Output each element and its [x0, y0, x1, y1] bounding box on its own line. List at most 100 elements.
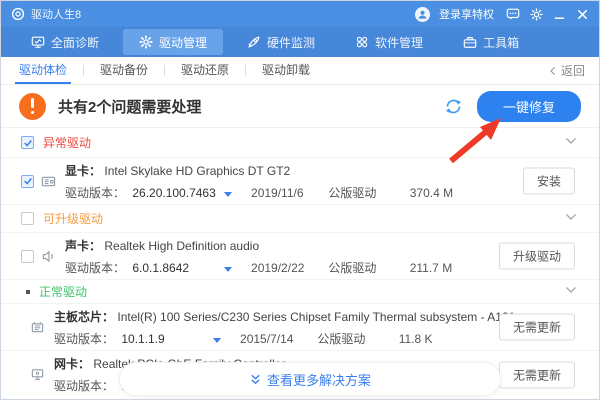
version-dropdown-icon[interactable] [212, 337, 221, 343]
check-icon [23, 178, 32, 185]
tab-label: 工具箱 [483, 35, 520, 50]
tab-hardware-monitor[interactable]: 硬件监测 [231, 29, 331, 55]
chevron-down-icon[interactable] [565, 286, 577, 298]
login-link[interactable]: 登录享特权 [439, 6, 494, 22]
separator [83, 65, 85, 76]
network-adapter-icon [30, 367, 45, 382]
driver-info: 主板芯片： Intel(R) 100 Series/C230 Series Ch… [54, 308, 575, 347]
driver-row-audio: 声卡： Realtek High Definition audio 驱动版本： … [1, 233, 599, 280]
version-label: 驱动版本： [54, 379, 115, 393]
tab-label: 硬件监测 [267, 35, 316, 50]
more-solutions-button[interactable]: 查看更多解决方案 [119, 362, 501, 396]
monitor-diagnosis-icon [31, 35, 45, 49]
double-chevron-down-icon [249, 373, 262, 386]
version-label: 驱动版本： [65, 185, 126, 200]
chipset-icon [30, 320, 45, 335]
chevron-down-icon[interactable] [565, 213, 577, 225]
app-logo-icon [11, 7, 25, 21]
gpu-card-icon [41, 174, 56, 189]
device-type-label: 显卡： [65, 163, 102, 178]
driver-date: 2019/11/6 [251, 185, 304, 200]
separator [245, 65, 247, 76]
section-normal-drivers[interactable]: 正常驱动 [1, 280, 599, 304]
tab-driver-management[interactable]: 驱动管理 [123, 29, 224, 55]
titlebar: 驱动人生8 登录享特权 [1, 1, 599, 27]
app-title: 驱动人生8 [31, 9, 82, 21]
settings-gear-icon[interactable] [529, 7, 543, 21]
one-click-fix-button[interactable]: 一键修复 [476, 90, 581, 122]
separator [164, 65, 166, 76]
driver-size: 211.7 M [409, 260, 453, 275]
section-upgradable-drivers[interactable]: 可升级驱动 [1, 205, 599, 233]
feedback-chat-icon[interactable] [506, 7, 520, 21]
driver-channel: 公版驱动 [328, 185, 377, 200]
tab-label: 驱动管理 [159, 35, 208, 50]
main-tabbar: 全面诊断 驱动管理 硬件监测 软件管理 工具箱 [1, 27, 599, 57]
section-label: 正常驱动 [39, 285, 88, 299]
apps-circles-icon [355, 35, 369, 49]
driver-version: 26.20.100.7463 [132, 185, 216, 200]
device-type-label: 声卡： [65, 238, 102, 253]
driver-info: 显卡： Intel Skylake HD Graphics DT GT2 驱动版… [65, 162, 575, 201]
chevron-down-icon[interactable] [565, 137, 577, 149]
subtab-driver-restore[interactable]: 驱动还原 [177, 57, 233, 84]
gpu-checkbox[interactable] [21, 174, 34, 188]
minimize-button[interactable] [552, 7, 566, 21]
minimize-icon [554, 16, 564, 19]
issue-summary-text: 共有2个问题需要处理 [58, 98, 202, 116]
avatar-icon[interactable] [415, 6, 430, 22]
tab-full-diagnosis[interactable]: 全面诊断 [15, 29, 115, 55]
gear-icon [139, 35, 153, 49]
device-name: Intel(R) 100 Series/C230 Series Chipset … [117, 309, 516, 324]
install-button[interactable]: 安装 [522, 167, 575, 195]
version-dropdown-icon[interactable] [223, 191, 232, 197]
version-dropdown-icon[interactable] [223, 266, 232, 272]
check-icon [23, 139, 32, 147]
rocket-icon [247, 35, 261, 49]
driver-size: 11.8 K [398, 331, 433, 346]
close-button[interactable] [575, 7, 589, 21]
subtab-driver-uninstall[interactable]: 驱动卸载 [258, 57, 314, 84]
no-update-button[interactable]: 无需更新 [498, 361, 575, 388]
issue-summary-bar: 共有2个问题需要处理 一键修复 [1, 85, 599, 128]
device-type-label: 主板芯片： [54, 309, 115, 324]
driver-version: 10.1.1.9 [121, 331, 165, 346]
version-label: 驱动版本： [65, 260, 126, 275]
subtab-driver-backup[interactable]: 驱动备份 [96, 57, 152, 84]
refresh-icon[interactable] [444, 97, 463, 116]
back-button[interactable]: 返回 [549, 62, 585, 79]
sub-tabbar: 驱动体检 驱动备份 驱动还原 驱动卸载 返回 [1, 57, 599, 85]
version-label: 驱动版本： [54, 331, 115, 346]
section-label: 可升级驱动 [43, 212, 104, 226]
tab-software-management[interactable]: 软件管理 [339, 29, 439, 55]
back-label: 返回 [560, 64, 585, 78]
device-name: Realtek High Definition audio [104, 238, 260, 253]
abnormal-section-checkbox[interactable] [21, 136, 34, 149]
toolbox-icon [463, 35, 477, 49]
driver-size: 370.4 M [409, 185, 454, 200]
no-update-button[interactable]: 无需更新 [498, 313, 575, 341]
driver-version: 6.0.1.8642 [132, 260, 190, 275]
audio-checkbox[interactable] [21, 249, 34, 263]
driver-date: 2015/7/14 [240, 331, 294, 346]
driver-row-chipset: 主板芯片： Intel(R) 100 Series/C230 Series Ch… [1, 304, 599, 351]
driver-date: 2019/2/22 [251, 260, 305, 275]
chevron-left-icon [550, 66, 555, 75]
section-label: 异常驱动 [43, 136, 92, 150]
more-solutions-label: 查看更多解决方案 [266, 372, 371, 388]
section-abnormal-drivers[interactable]: 异常驱动 [1, 128, 599, 158]
speaker-icon [41, 249, 56, 264]
device-name: Intel Skylake HD Graphics DT GT2 [104, 163, 291, 178]
tab-toolbox[interactable]: 工具箱 [447, 29, 535, 55]
driver-channel: 公版驱动 [328, 260, 377, 275]
bullet-icon [26, 289, 30, 294]
subtab-driver-checkup[interactable]: 驱动体检 [15, 57, 72, 84]
app-window: 驱动人生8 登录享特权 全面诊断 驱动管理 硬件监测 软件管理 工具箱 驱动体检… [0, 0, 600, 400]
upgrade-driver-button[interactable]: 升级驱动 [498, 242, 575, 270]
upgradable-section-checkbox[interactable] [21, 212, 34, 225]
tab-label: 全面诊断 [51, 35, 100, 50]
tab-label: 软件管理 [375, 35, 424, 50]
driver-row-gpu: 显卡： Intel Skylake HD Graphics DT GT2 驱动版… [1, 158, 599, 205]
driver-channel: 公版驱动 [317, 331, 366, 346]
device-type-label: 网卡： [54, 357, 91, 371]
